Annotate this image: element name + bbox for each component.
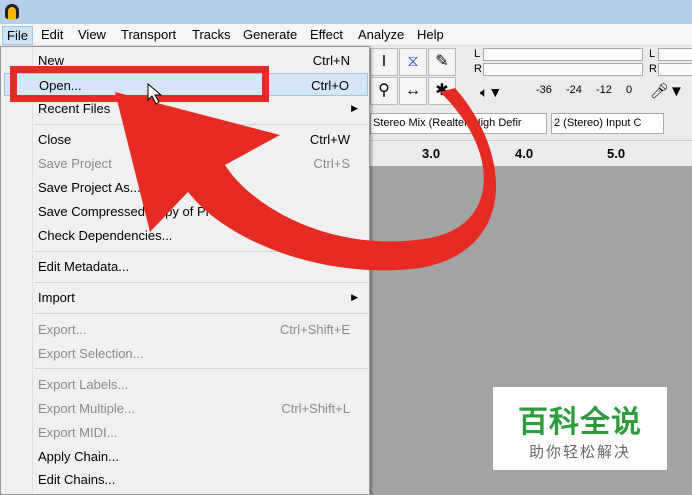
watermark-title: 百科全说 — [518, 406, 642, 439]
watermark: 百科全说 助你轻松解决 — [493, 387, 667, 470]
watermark-subtitle: 助你轻松解决 — [528, 444, 631, 461]
mouse-cursor-icon — [147, 82, 163, 105]
